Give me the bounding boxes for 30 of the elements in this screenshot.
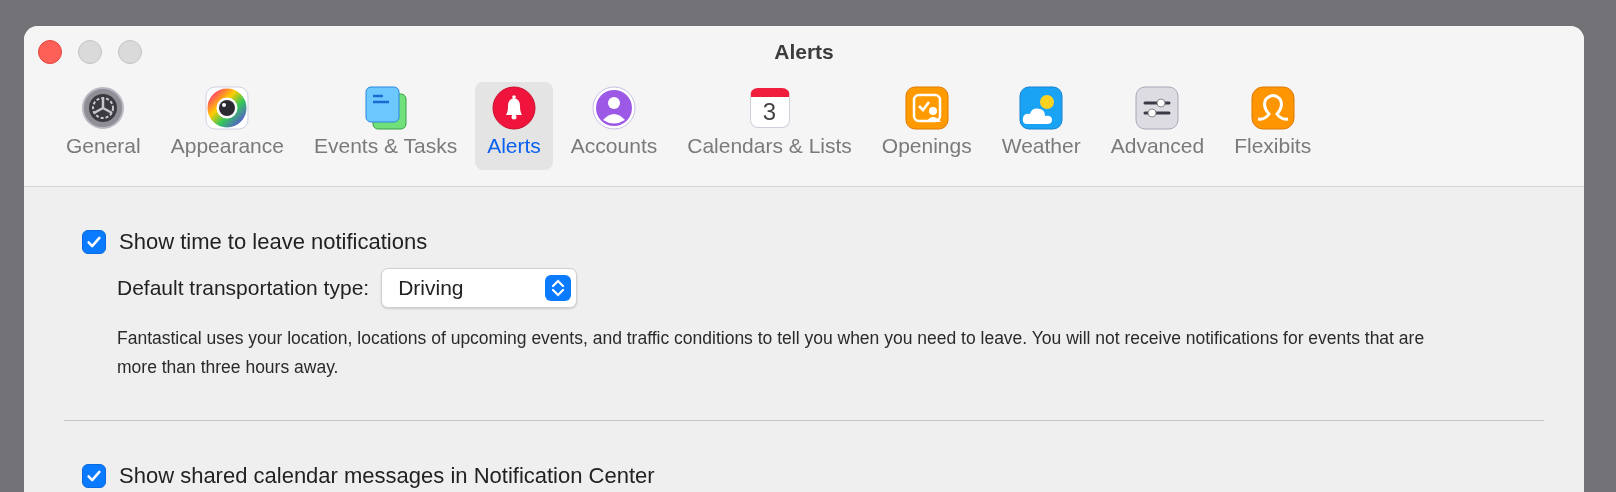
preference-tab[interactable]: Events & Tasks: [302, 82, 470, 170]
window-title: Alerts: [774, 40, 834, 64]
schedule-icon: [904, 86, 949, 130]
bell-icon: [492, 86, 536, 130]
loop-icon: [1250, 86, 1295, 130]
preference-tab[interactable]: Flexibits: [1222, 82, 1324, 170]
description-text: Fantastical uses your location, locations of upcoming events, and traffic conditions to tell you when you need to leave. You will not receive notifications for events that are more than three hours away.: [117, 327, 1426, 379]
notes-icon: [363, 86, 408, 130]
color-wheel-icon: [205, 86, 250, 130]
preference-tab[interactable]: Openings: [869, 82, 984, 170]
preference-tab[interactable]: 3 Calendars & Lists: [675, 82, 864, 170]
sliders-icon: [1135, 86, 1180, 130]
checkbox-label: Show shared calendar messages in Notification Center: [119, 463, 655, 489]
preference-tab[interactable]: Alerts: [475, 82, 553, 170]
preference-tab[interactable]: Weather: [989, 82, 1093, 170]
dropdown-label: Default transportation type:: [117, 276, 370, 300]
preference-tab[interactable]: Appearance: [158, 82, 296, 170]
checkbox[interactable]: [82, 464, 106, 488]
transportation-dropdown[interactable]: Driving: [381, 268, 578, 308]
preference-tab[interactable]: General: [54, 82, 153, 170]
preference-tab[interactable]: Accounts: [558, 82, 670, 170]
stepper-icon: [545, 275, 572, 301]
weather-icon: [1019, 86, 1064, 130]
calendar-icon: 3: [749, 88, 790, 128]
gear-icon: [81, 86, 126, 130]
checkbox-label: Show time to leave notifications: [119, 229, 428, 255]
close-button[interactable]: [38, 40, 62, 64]
preference-tab[interactable]: Advanced: [1098, 82, 1217, 170]
person-icon: [592, 86, 637, 130]
checkbox[interactable]: [82, 230, 106, 254]
